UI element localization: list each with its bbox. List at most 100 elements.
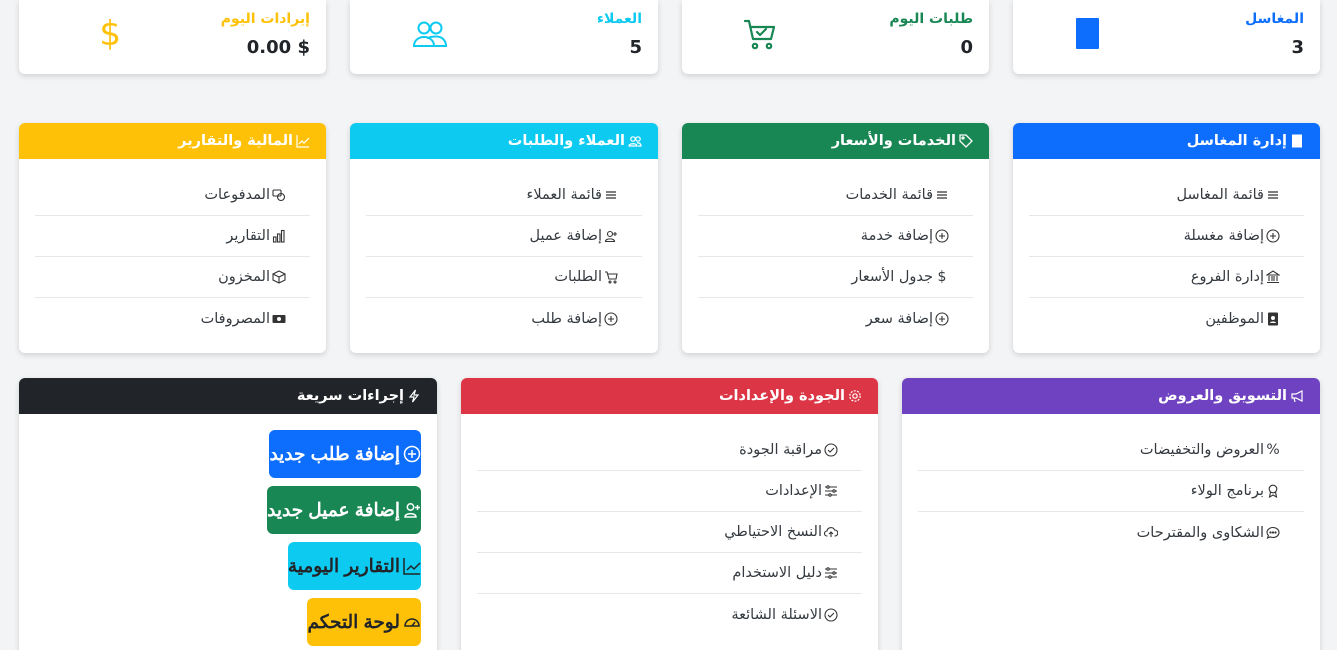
box-icon xyxy=(272,270,286,284)
lightning-icon xyxy=(407,389,421,403)
card-header: المالية والتقارير xyxy=(19,123,326,159)
award-icon xyxy=(1266,484,1280,498)
card-laundry-management: إدارة المغاسل قائمة المغاسل إضافة مغسلة … xyxy=(1013,123,1320,353)
card-marketing-offers: التسويق والعروض % العروض والتخفيضات برنا… xyxy=(902,378,1320,650)
button-label: إضافة عميل جديد xyxy=(267,499,400,520)
card-customers-orders: العملاء والطلبات قائمة العملاء إضافة عمي… xyxy=(350,123,658,353)
item-label: إضافة طلب xyxy=(531,310,602,327)
menu-item-loyalty-program[interactable]: برنامج الولاء xyxy=(918,471,1304,512)
dollar-icon: $ xyxy=(937,269,947,285)
list-icon xyxy=(1266,188,1280,202)
stat-label: المغاسل xyxy=(1245,11,1304,27)
menu-item-faq[interactable]: الاسئلة الشائعة xyxy=(477,594,862,635)
check-circle-icon xyxy=(824,443,838,457)
menu-item-add-customer[interactable]: إضافة عميل xyxy=(366,216,642,257)
item-label: الإعدادات xyxy=(765,483,822,499)
item-label: المدفوعات xyxy=(204,187,270,203)
menu-item-price-table[interactable]: $ جدول الأسعار xyxy=(698,257,973,298)
people-icon xyxy=(408,18,448,58)
plus-circle-icon xyxy=(1266,229,1280,243)
menu-item-complaints[interactable]: الشكاوى والمقترحات xyxy=(918,512,1304,553)
menu-item-add-laundry[interactable]: إضافة مغسلة xyxy=(1029,216,1304,257)
card-title: الجودة والإعدادات xyxy=(718,388,845,404)
menu-item-customer-list[interactable]: قائمة العملاء xyxy=(366,175,642,216)
stat-card-revenue-today: إيرادات اليوم $ 0.00 $ xyxy=(19,0,326,74)
menu-item-reports[interactable]: التقارير xyxy=(35,216,310,257)
item-label: جدول الأسعار xyxy=(851,269,933,285)
dollar-icon: $ xyxy=(99,14,121,54)
card-header: الجودة والإعدادات xyxy=(461,378,878,414)
card-title: المالية والتقارير xyxy=(178,133,293,149)
menu-item-branches[interactable]: إدارة الفروع xyxy=(1029,257,1304,298)
item-label: مراقبة الجودة xyxy=(739,442,822,458)
stat-card-laundries: المغاسل 3 xyxy=(1013,0,1320,74)
person-badge-icon xyxy=(1266,312,1280,326)
daily-reports-button[interactable]: التقارير اليومية xyxy=(287,542,421,590)
list-icon xyxy=(935,188,949,202)
button-label: لوحة التحكم xyxy=(307,611,400,632)
stat-value: 3 xyxy=(1291,37,1304,58)
item-label: الاسئلة الشائعة xyxy=(731,606,822,623)
bar-chart-icon xyxy=(272,229,286,243)
sliders-icon xyxy=(824,566,838,580)
menu-item-add-price[interactable]: إضافة سعر xyxy=(698,298,973,339)
stat-card-customers: العملاء 5 xyxy=(350,0,658,74)
menu-item-user-guide[interactable]: دليل الاستخدام xyxy=(477,553,862,594)
item-label: العروض والتخفيضات xyxy=(1139,442,1264,458)
sliders-icon xyxy=(824,484,838,498)
dashboard-button[interactable]: لوحة التحكم xyxy=(307,598,421,646)
item-label: قائمة العملاء xyxy=(526,187,602,203)
cloud-upload-icon xyxy=(824,525,838,539)
stat-value: 0 xyxy=(960,37,973,58)
item-label: إضافة خدمة xyxy=(860,228,933,244)
check-circle-icon xyxy=(824,607,838,622)
card-header: التسويق والعروض xyxy=(902,378,1320,414)
item-label: إدارة الفروع xyxy=(1190,269,1264,285)
add-new-customer-button[interactable]: إضافة عميل جديد xyxy=(267,486,421,534)
plus-circle-icon xyxy=(604,311,618,326)
tag-icon xyxy=(959,134,973,148)
item-label: النسخ الاحتياطي xyxy=(724,524,822,540)
item-label: قائمة الخدمات xyxy=(845,187,933,203)
cash-coin-icon xyxy=(272,188,286,202)
cart-icon xyxy=(604,270,618,284)
people-icon xyxy=(628,134,642,148)
item-label: الطلبات xyxy=(554,269,602,285)
stat-label: العملاء xyxy=(596,11,642,27)
menu-item-settings[interactable]: الإعدادات xyxy=(477,471,862,512)
item-label: برنامج الولاء xyxy=(1190,483,1264,499)
menu-item-services-list[interactable]: قائمة الخدمات xyxy=(698,175,973,216)
building-icon xyxy=(1290,134,1304,148)
button-label: التقارير اليومية xyxy=(287,555,400,576)
person-plus-icon xyxy=(403,501,421,519)
stat-card-orders-today: طلبات اليوم 0 xyxy=(682,0,989,74)
cash-icon xyxy=(272,312,286,326)
add-new-order-button[interactable]: إضافة طلب جديد xyxy=(269,430,421,478)
gear-icon xyxy=(848,389,862,403)
menu-item-backup[interactable]: النسخ الاحتياطي xyxy=(477,512,862,553)
button-label: إضافة طلب جديد xyxy=(269,443,400,464)
item-label: قائمة المغاسل xyxy=(1176,187,1264,203)
item-label: إضافة مغسلة xyxy=(1183,228,1264,244)
menu-item-add-order[interactable]: إضافة طلب xyxy=(366,298,642,339)
menu-item-inventory[interactable]: المخزون xyxy=(35,257,310,298)
menu-item-payments[interactable]: المدفوعات xyxy=(35,175,310,216)
person-plus-icon xyxy=(604,229,618,243)
plus-circle-icon xyxy=(935,311,949,326)
graph-up-icon xyxy=(403,557,421,575)
menu-item-add-service[interactable]: إضافة خدمة xyxy=(698,216,973,257)
menu-item-orders[interactable]: الطلبات xyxy=(366,257,642,298)
item-label: التقارير xyxy=(226,228,270,244)
card-title: إجراءات سريعة xyxy=(296,388,404,404)
card-quick-actions: إجراءات سريعة إضافة طلب جديد إضافة عميل … xyxy=(19,378,437,650)
item-label: الشكاوى والمقترحات xyxy=(1136,524,1264,541)
menu-item-employees[interactable]: الموظفين xyxy=(1029,298,1304,339)
card-title: العملاء والطلبات xyxy=(507,133,625,149)
card-header: إجراءات سريعة xyxy=(19,378,437,414)
list-icon xyxy=(604,188,618,202)
menu-item-expenses[interactable]: المصروفات xyxy=(35,298,310,339)
menu-item-offers-discounts[interactable]: % العروض والتخفيضات xyxy=(918,430,1304,471)
menu-item-laundry-list[interactable]: قائمة المغاسل xyxy=(1029,175,1304,216)
building-icon xyxy=(1075,17,1101,51)
menu-item-quality-control[interactable]: مراقبة الجودة xyxy=(477,430,862,471)
